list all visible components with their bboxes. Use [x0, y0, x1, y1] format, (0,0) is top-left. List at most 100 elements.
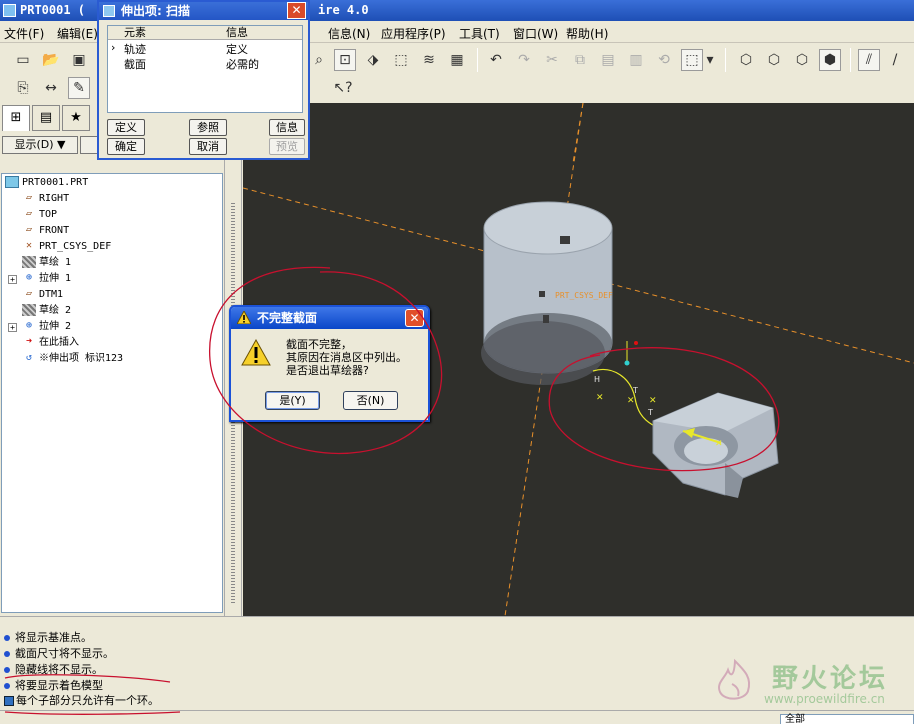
- datum-axis-display-icon[interactable]: /: [884, 49, 906, 71]
- reference-button[interactable]: 参照: [189, 119, 227, 136]
- csys-icon: ✕: [25, 240, 33, 251]
- column-info: 信息: [226, 26, 248, 39]
- sketch-display-icon[interactable]: ✎: [68, 77, 90, 99]
- menu-help[interactable]: 帮助(H): [566, 25, 608, 42]
- open-file-icon[interactable]: 📂: [40, 49, 62, 71]
- tree-item-front[interactable]: ▱ FRONT: [22, 223, 69, 239]
- tree-item-sketch1[interactable]: 草绘 1: [22, 255, 71, 271]
- folder-browser-tab-icon[interactable]: ▤: [32, 105, 60, 131]
- paste-icon[interactable]: ▤: [597, 49, 619, 71]
- menu-applications[interactable]: 应用程序(P): [381, 25, 446, 42]
- navigator-tabs: ⊞ ▤ ★: [0, 103, 100, 133]
- part-icon: [5, 176, 19, 188]
- save-icon[interactable]: ▣: [68, 49, 90, 71]
- copy-icon[interactable]: ⧉: [569, 49, 591, 71]
- define-button[interactable]: 定义: [107, 119, 145, 136]
- menu-file[interactable]: 文件(F): [4, 25, 44, 42]
- menu-tools[interactable]: 工具(T): [459, 25, 500, 42]
- whats-this-icon[interactable]: ↖?: [332, 77, 354, 99]
- paste-special-icon[interactable]: ▥: [625, 49, 647, 71]
- relations-icon[interactable]: ⎘: [12, 77, 34, 99]
- hidden-line-icon[interactable]: ⬡: [763, 49, 785, 71]
- message-line: 隐藏线将不显示。: [4, 661, 103, 677]
- element-trajectory-info: 定义: [226, 43, 248, 56]
- constraint-h-label: H: [594, 375, 600, 384]
- saved-views-icon[interactable]: ⬚: [390, 49, 412, 71]
- redo-icon[interactable]: ↷: [513, 49, 535, 71]
- dialog-title: 伸出项: 扫描: [121, 4, 190, 18]
- constraint-t2-label: T: [647, 408, 653, 417]
- tree-item-dtm1[interactable]: ▱ DTM1: [22, 287, 63, 303]
- favorites-tab-icon[interactable]: ★: [62, 105, 90, 131]
- current-row-marker-icon: ›: [111, 41, 116, 54]
- incomplete-section-dialog: 不完整截面 ✕ 截面不完整， 其原因在消息区中列出。 是否退出草绘器? 是(Y)…: [229, 305, 430, 422]
- tree-item-top[interactable]: ▱ TOP: [22, 207, 57, 223]
- status-bar: [0, 710, 914, 724]
- model-tree: PRT0001.PRT ▱ RIGHT ▱ TOP ▱ FRONT ✕ PRT_CSYS…: [1, 173, 223, 613]
- sweep-feature-dialog: 伸出项: 扫描 ✕ 元素 信息 › 轨迹 定义 截面 必需的 定义 参照 信息 …: [97, 0, 310, 160]
- insert-arrow-icon: ➜: [25, 336, 33, 347]
- window-title: PRT0001 (: [20, 3, 86, 17]
- dialog-title-bar: 伸出项: 扫描: [99, 2, 308, 20]
- selection-box-icon[interactable]: ⬚: [681, 49, 703, 71]
- close-icon[interactable]: ✕: [405, 309, 424, 327]
- error-message-icon: [4, 696, 14, 706]
- model-setup-icon[interactable]: ▦: [446, 49, 468, 71]
- element-section-info: 必需的: [226, 58, 259, 71]
- tree-item-insert-here[interactable]: ➜ 在此插入: [22, 335, 79, 351]
- expand-toggle-icon[interactable]: +: [8, 323, 17, 332]
- tree-item-csys[interactable]: ✕ PRT_CSYS_DEF: [22, 239, 111, 255]
- cancel-button[interactable]: 取消: [189, 138, 227, 155]
- info-button[interactable]: 信息: [269, 119, 305, 136]
- flame-logo-icon: [718, 658, 751, 700]
- tree-item-part[interactable]: PRT0001.PRT: [5, 175, 88, 191]
- datum-plane-icon: ▱: [25, 224, 33, 235]
- extrude-icon: ⊕: [25, 272, 33, 283]
- menu-edit[interactable]: 编辑(E): [57, 25, 98, 42]
- forum-watermark: 野火论坛 www.proewildfire.cn: [700, 652, 910, 710]
- shading-icon[interactable]: ⬢: [819, 49, 841, 71]
- sketch-icon: [22, 256, 36, 268]
- layers-icon[interactable]: ≋: [418, 49, 440, 71]
- chevron-down-icon[interactable]: ▾: [703, 49, 717, 71]
- cut-icon[interactable]: ✂: [541, 49, 563, 71]
- element-trajectory[interactable]: 轨迹: [124, 41, 146, 57]
- sketch-icon: [22, 304, 36, 316]
- navigator-panel: ⊞ ▤ ★ 显示(D) ▼ PRT0001.PRT ▱ RIGHT ▱ TOP ▱ F…: [0, 103, 244, 616]
- tree-item-extrude1[interactable]: ⊕ 拉伸 1: [22, 271, 71, 287]
- menu-window[interactable]: 窗口(W): [513, 25, 558, 42]
- element-section[interactable]: 截面: [124, 56, 146, 72]
- tree-item-right[interactable]: ▱ RIGHT: [22, 191, 69, 207]
- reorient-icon[interactable]: ⬗: [362, 49, 384, 71]
- menu-info[interactable]: 信息(N): [328, 25, 370, 42]
- zoom-out-icon[interactable]: ⌕: [308, 49, 330, 71]
- message-line: 将显示基准点。: [4, 629, 92, 645]
- ok-button[interactable]: 确定: [107, 138, 145, 155]
- datum-plane-display-icon[interactable]: ⫽: [858, 49, 880, 71]
- svg-text:✕: ✕: [649, 396, 657, 406]
- preview-button[interactable]: 预览: [269, 138, 305, 155]
- expand-toggle-icon[interactable]: +: [8, 275, 17, 284]
- measure-icon[interactable]: ↔: [40, 77, 62, 99]
- large-warning-icon: [241, 339, 271, 366]
- selection-filter[interactable]: 全部: [780, 714, 914, 724]
- new-file-icon[interactable]: ▭: [12, 49, 34, 71]
- close-icon[interactable]: ✕: [287, 2, 306, 19]
- no-hidden-icon[interactable]: ⬡: [791, 49, 813, 71]
- regenerate-icon[interactable]: ⟲: [653, 49, 675, 71]
- tree-item-extrude2[interactable]: ⊕ 拉伸 2: [22, 319, 71, 335]
- wireframe-icon[interactable]: ⬡: [735, 49, 757, 71]
- tree-item-sweep[interactable]: ↺ ※伸出项 标识123: [22, 351, 123, 367]
- window-title-suffix: ire 4.0: [318, 3, 369, 17]
- zoom-fit-icon[interactable]: ⊡: [334, 49, 356, 71]
- datum-plane-icon: ▱: [25, 192, 33, 203]
- model-tree-tab-icon[interactable]: ⊞: [2, 105, 30, 131]
- undo-icon[interactable]: ↶: [485, 49, 507, 71]
- svg-text:✕: ✕: [715, 439, 723, 449]
- show-menu-button[interactable]: 显示(D) ▼: [2, 136, 78, 154]
- no-button[interactable]: 否(N): [343, 391, 398, 410]
- cylinder-top: [483, 201, 613, 255]
- yes-button[interactable]: 是(Y): [265, 391, 320, 410]
- dialog-title-bar: 不完整截面: [231, 307, 428, 329]
- tree-item-sketch2[interactable]: 草绘 2: [22, 303, 71, 319]
